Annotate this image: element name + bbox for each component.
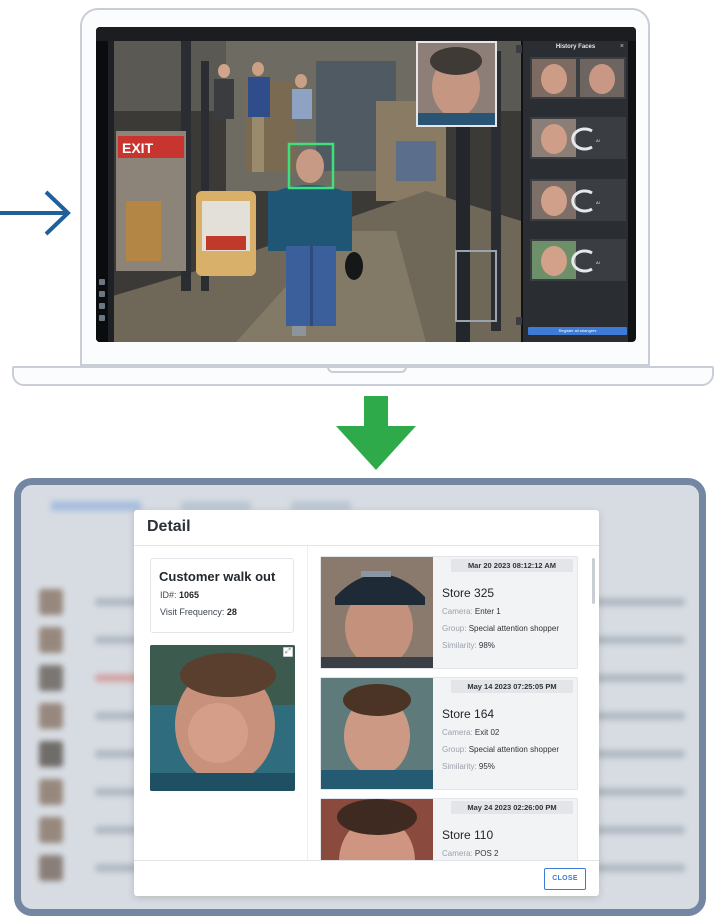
customer-name: Customer walk out [159, 569, 276, 584]
history-face-item[interactable]: AI [530, 239, 626, 281]
register-all-strangers-button[interactable]: Register all strangers [528, 327, 627, 335]
visit-photo [321, 557, 433, 668]
visit-store: Store 164 [442, 707, 495, 721]
visit-similarity: Similarity: 95% [442, 762, 495, 771]
arrow-right-icon [0, 190, 71, 236]
history-faces-panel: History Faces × AI AI AI [523, 41, 628, 342]
visit-date: May 24 2023 02:26:00 PM [451, 801, 573, 814]
panel-scroll-button[interactable] [516, 317, 522, 325]
history-face-item[interactable]: AI [530, 179, 626, 221]
visit-photo [321, 678, 433, 789]
visit-similarity: Similarity: 98% [442, 641, 495, 650]
panel-toggle-button[interactable] [516, 45, 522, 53]
visit-photo [321, 799, 433, 860]
visit-date: Mar 20 2023 08:12:12 AM [451, 559, 573, 572]
visit-frequency: Visit Frequency: 28 [160, 607, 237, 617]
expand-icon[interactable]: ⤢ [283, 647, 293, 657]
history-face-item[interactable]: AI [530, 117, 626, 159]
svg-text:AI: AI [596, 260, 600, 265]
visit-card[interactable]: Mar 20 2023 08:12:12 AM Store 325 Camera… [320, 556, 578, 669]
visit-list-scrollbar[interactable] [592, 558, 595, 604]
customer-id: ID#: 1065 [160, 590, 200, 600]
camera-topbar [96, 27, 636, 41]
divider [134, 860, 599, 861]
camera-left-rail [96, 41, 108, 342]
dialog-title: Detail [147, 518, 191, 535]
divider [134, 545, 599, 546]
laptop-notch [327, 366, 407, 373]
customer-photo[interactable] [150, 645, 295, 791]
visit-store: Store 110 [442, 828, 494, 842]
detail-dialog: Detail Customer walk out ID#: 1065 Visit… [134, 510, 599, 896]
svg-text:AI: AI [596, 138, 600, 143]
captured-face-thumbnail[interactable] [416, 41, 497, 127]
arrow-down-icon [336, 396, 416, 470]
customer-summary-card: Customer walk out ID#: 1065 Visit Freque… [150, 558, 294, 633]
exit-sign: EXIT [122, 140, 154, 156]
close-button[interactable]: CLOSE [544, 868, 586, 890]
close-icon[interactable]: × [620, 43, 624, 50]
history-panel-title: History Faces [555, 44, 596, 50]
visit-list: Mar 20 2023 08:12:12 AM Store 325 Camera… [320, 556, 578, 860]
divider [307, 546, 308, 860]
visit-camera: Camera: Enter 1 [442, 607, 501, 616]
visit-camera: Camera: POS 2 [442, 849, 499, 858]
visit-card[interactable]: May 14 2023 07:25:05 PM Store 164 Camera… [320, 677, 578, 790]
visit-date: May 14 2023 07:25:05 PM [451, 680, 573, 693]
laptop-screen: EXIT History Faces × AI AI AI Register a… [96, 27, 636, 342]
visit-group: Group: Special attention shopper [442, 745, 559, 754]
visit-camera: Camera: Exit 02 [442, 728, 500, 737]
visit-card[interactable]: May 24 2023 02:26:00 PM Store 110 Camera… [320, 798, 578, 860]
visit-store: Store 325 [442, 586, 495, 600]
visit-group: Group: Special attention shopper [442, 624, 559, 633]
svg-text:AI: AI [596, 200, 600, 205]
history-face-item[interactable] [530, 57, 626, 99]
